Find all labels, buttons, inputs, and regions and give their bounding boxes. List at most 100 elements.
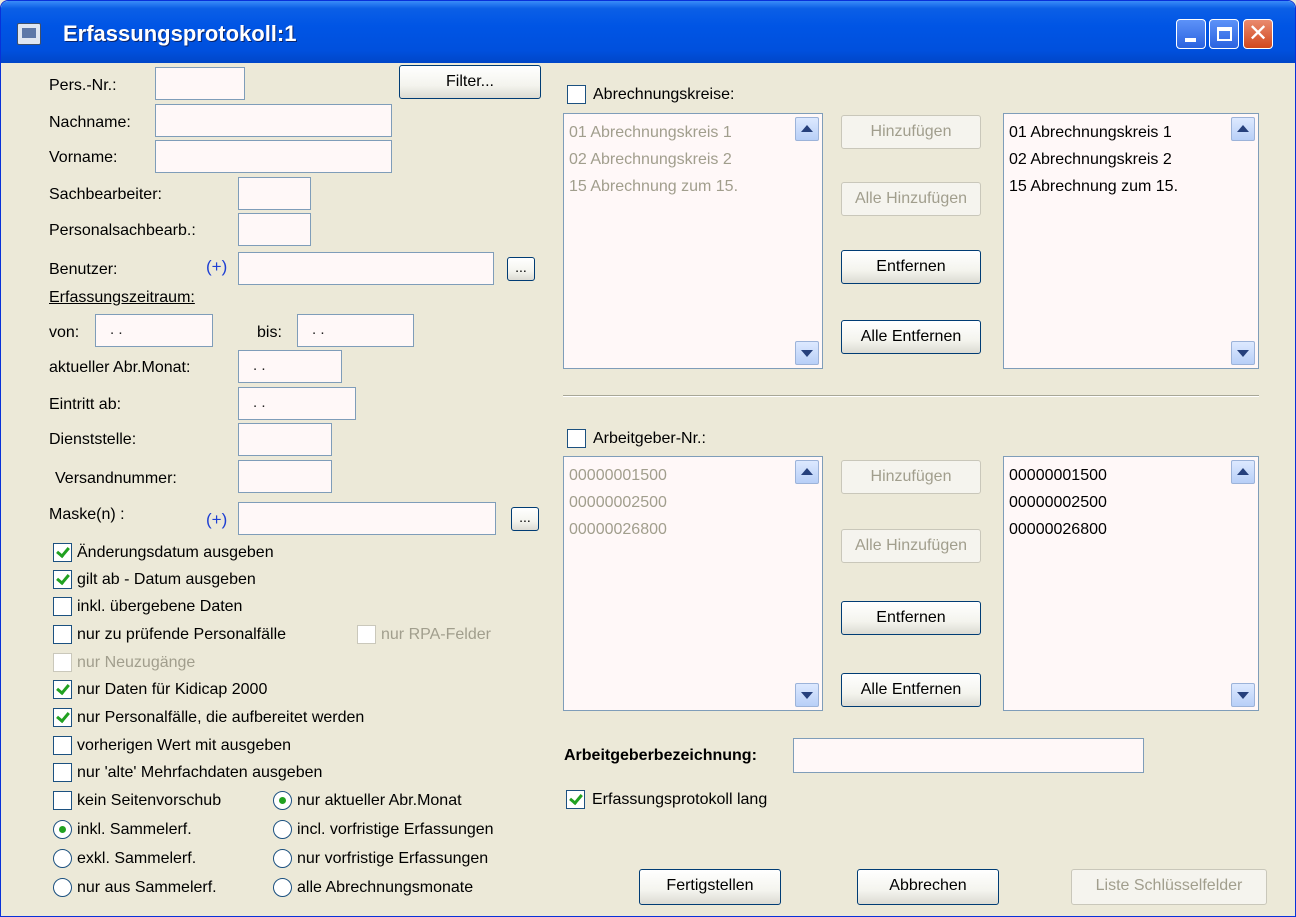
list-item[interactable]: 02 Abrechnungskreis 2 [1009,146,1178,173]
kidicap-checkbox[interactable] [53,680,72,699]
personalsachbearb-label: Personalsachbearb.: [49,222,196,239]
pers-nr-label: Pers.-Nr.: [49,77,117,94]
vorname-label: Vorname: [49,149,118,166]
scroll-up-icon[interactable] [1231,117,1255,141]
kein-seitenvorschub-checkbox[interactable] [53,791,72,810]
vorheriger-wert-checkbox[interactable] [53,736,72,755]
alle-entfernen-button-2[interactable]: Alle Entfernen [841,673,981,707]
aenderungsdatum-checkbox[interactable] [53,543,72,562]
list-item[interactable]: 00000001500 [569,462,667,489]
inkl-uebergebene-checkbox[interactable] [53,597,72,616]
personalsachbearb-input[interactable] [238,213,311,246]
fertigstellen-button[interactable]: Fertigstellen [639,869,781,905]
scroll-down-icon[interactable] [1231,341,1255,365]
kidicap-label: nur Daten für Kidicap 2000 [77,681,268,698]
list-item[interactable]: 00000002500 [569,489,667,516]
nur-vorfristige-label: nur vorfristige Erfassungen [297,850,489,867]
list-item[interactable]: 00000026800 [1009,516,1107,543]
hinzufuegen-button-2[interactable]: Hinzufügen [841,460,981,494]
maximize-button[interactable] [1209,19,1239,49]
abr-monat-input[interactable]: . . [238,350,342,383]
list-item[interactable]: 01 Abrechnungskreis 1 [569,119,738,146]
erfassungsprotokoll-lang-checkbox[interactable] [566,790,585,809]
nur-rpa-checkbox[interactable] [357,625,376,644]
arbeitgeber-checkbox[interactable] [567,429,586,448]
nur-rpa-label: nur RPA-Felder [381,626,491,643]
nachname-input[interactable] [155,104,392,137]
pers-nr-input[interactable] [155,67,245,100]
nur-pruefende-label: nur zu prüfende Personalfälle [77,626,287,643]
arbeitgeber-selected-list[interactable]: 00000001500 00000002500 00000026800 [1003,456,1259,711]
benutzer-input[interactable] [238,252,494,285]
inkl-sammelerf-radio[interactable] [53,820,72,839]
maske-plus[interactable]: (+) [206,510,227,530]
aufbereitet-checkbox[interactable] [53,708,72,727]
filter-button[interactable]: Filter... [399,65,541,99]
dienststelle-input[interactable] [238,423,332,456]
abrechnungskreise-label: Abrechnungskreise: [593,86,735,103]
close-button[interactable]: ✕ [1243,19,1273,49]
nur-aktueller-monat-label: nur aktueller Abr.Monat [297,792,462,809]
nur-aus-sammelerf-radio[interactable] [53,878,72,897]
arbeitgeber-label: Arbeitgeber-Nr.: [593,430,706,447]
abrechnungskreise-checkbox[interactable] [567,85,586,104]
von-date-input[interactable]: . . [95,314,213,347]
scroll-down-icon[interactable] [795,341,819,365]
exkl-sammelerf-radio[interactable] [53,849,72,868]
maske-input[interactable] [238,502,496,535]
alle-entfernen-button-1[interactable]: Alle Entfernen [841,320,981,354]
alte-mehrfachdaten-checkbox[interactable] [53,763,72,782]
entfernen-button-1[interactable]: Entfernen [841,250,981,284]
inkl-sammelerf-label: inkl. Sammelerf. [77,821,192,838]
dialog-window: Erfassungsprotokoll:1 ✕ Pers.-Nr.: Filte… [0,0,1296,917]
arbeitgeber-available-list[interactable]: 00000001500 00000002500 00000026800 [563,456,823,711]
arbeitgeberbezeichnung-input[interactable] [793,738,1144,773]
scroll-up-icon[interactable] [1231,460,1255,484]
exkl-sammelerf-label: exkl. Sammelerf. [77,850,197,867]
abrechnungskreise-available-list[interactable]: 01 Abrechnungskreis 1 02 Abrechnungskrei… [563,113,823,369]
list-item[interactable]: 00000026800 [569,516,667,543]
list-item[interactable]: 15 Abrechnung zum 15. [569,173,738,200]
minimize-button[interactable] [1176,19,1206,49]
scroll-down-icon[interactable] [795,683,819,707]
benutzer-browse-button[interactable]: ... [507,257,535,281]
list-item[interactable]: 00000002500 [1009,489,1107,516]
scroll-down-icon[interactable] [1231,683,1255,707]
gilt-ab-checkbox[interactable] [53,570,72,589]
maske-browse-button[interactable]: ... [511,507,539,531]
list-item[interactable]: 01 Abrechnungskreis 1 [1009,119,1178,146]
benutzer-label: Benutzer: [49,261,118,278]
nur-pruefende-checkbox[interactable] [53,625,72,644]
benutzer-plus[interactable]: (+) [206,257,227,277]
nur-vorfristige-radio[interactable] [273,849,292,868]
sachbearbeiter-input[interactable] [238,177,311,210]
hinzufuegen-button-1[interactable]: Hinzufügen [841,115,981,149]
kein-seitenvorschub-label: kein Seitenvorschub [77,792,222,809]
nur-neuzugaenge-checkbox[interactable] [53,653,72,672]
maske-label: Maske(n) : [49,506,125,523]
list-item[interactable]: 15 Abrechnung zum 15. [1009,173,1178,200]
bis-label: bis: [257,324,282,341]
scroll-up-icon[interactable] [795,460,819,484]
aufbereitet-label: nur Personalfälle, die aufbereitet werde… [77,709,365,726]
versandnummer-input[interactable] [238,460,332,493]
alle-abrechnungsmonate-radio[interactable] [273,878,292,897]
alle-hinzufuegen-button-1[interactable]: Alle Hinzufügen [841,182,981,216]
bis-date-input[interactable]: . . [297,314,414,347]
arbeitgeberbezeichnung-label: Arbeitgeberbezeichnung: [564,747,757,764]
list-item[interactable]: 00000001500 [1009,462,1107,489]
abbrechen-button[interactable]: Abbrechen [857,869,999,905]
list-item[interactable]: 02 Abrechnungskreis 2 [569,146,738,173]
scroll-up-icon[interactable] [795,117,819,141]
eintritt-input[interactable]: . . [238,387,356,420]
nur-aktueller-monat-radio[interactable] [273,791,292,810]
erfassungszeitraum-label: Erfassungszeitraum: [49,289,195,306]
alle-hinzufuegen-button-2[interactable]: Alle Hinzufügen [841,529,981,563]
vorname-input[interactable] [155,140,392,173]
incl-vorfristige-radio[interactable] [273,820,292,839]
window-title: Erfassungsprotokoll:1 [63,21,297,46]
title-bar[interactable]: Erfassungsprotokoll:1 ✕ [1,1,1295,63]
entfernen-button-2[interactable]: Entfernen [841,601,981,635]
liste-schluesselfelder-button[interactable]: Liste Schlüsselfelder [1071,869,1267,905]
abrechnungskreise-selected-list[interactable]: 01 Abrechnungskreis 1 02 Abrechnungskrei… [1003,113,1259,369]
